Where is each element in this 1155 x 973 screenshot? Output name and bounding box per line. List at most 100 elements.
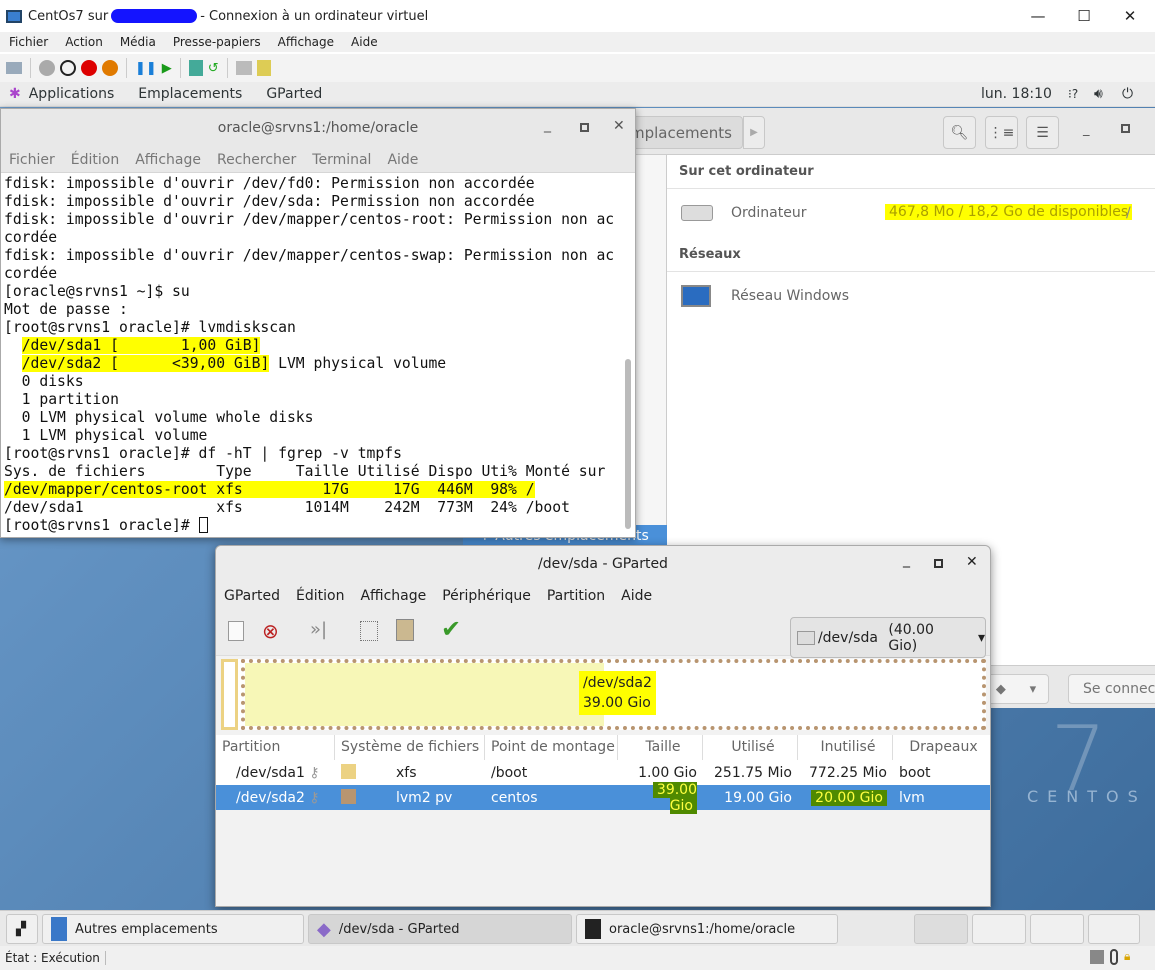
- pause-icon[interactable]: ❚❚: [135, 61, 157, 76]
- menu-affichage[interactable]: Affichage: [352, 588, 434, 604]
- task-gparted[interactable]: ◆ /dev/sda - GParted: [308, 914, 572, 944]
- start-icon[interactable]: [39, 60, 55, 76]
- apply-icon[interactable]: ✔: [441, 615, 461, 643]
- connect-server-input[interactable]: [1068, 674, 1155, 704]
- terminal-text: fdisk: impossible d'ouvrir /dev/sda: Per…: [4, 193, 535, 210]
- workspace-2[interactable]: [972, 914, 1026, 944]
- applications-menu[interactable]: Applications: [29, 86, 115, 102]
- minimize-button[interactable]: —: [1015, 0, 1061, 32]
- highlighted-text: /dev/sda1 [ 1,00 GiB]: [21, 337, 261, 354]
- terminal-line: /dev/sda1 [ 1,00 GiB]: [4, 337, 635, 355]
- delete-icon[interactable]: ⊗: [262, 619, 279, 643]
- menu-gparted[interactable]: GParted: [216, 588, 288, 604]
- resume-icon[interactable]: ▶: [162, 61, 172, 76]
- col-partition[interactable]: Partition: [216, 735, 335, 760]
- workspace-4[interactable]: [1088, 914, 1140, 944]
- menu-aide[interactable]: Aide: [379, 152, 426, 168]
- col-used[interactable]: Utilisé: [703, 735, 798, 760]
- menu-action[interactable]: Action: [56, 35, 111, 49]
- vm-state: État : Exécution: [5, 951, 106, 965]
- network-icon[interactable]: ⁝?: [1068, 87, 1078, 101]
- power-icon[interactable]: [102, 60, 118, 76]
- maximize-button[interactable]: [934, 559, 943, 568]
- paste-icon[interactable]: [396, 619, 414, 641]
- power-icon[interactable]: ⏻: [1122, 86, 1133, 102]
- menu-media[interactable]: Média: [111, 35, 164, 49]
- vm-title-bar: CentOs7 sur - Connexion à un ordinateur …: [0, 0, 1155, 32]
- menu-partition[interactable]: Partition: [539, 588, 613, 604]
- terminal-output[interactable]: fdisk: impossible d'ouvrir /dev/fd0: Per…: [1, 173, 635, 535]
- workspace-3[interactable]: [1030, 914, 1084, 944]
- close-button[interactable]: ✕: [613, 118, 625, 134]
- device-size: (40.00 Gio): [888, 621, 934, 654]
- share-icon[interactable]: [256, 60, 271, 76]
- map-sda1[interactable]: [221, 659, 238, 730]
- path-forward-icon[interactable]: ▶: [743, 116, 765, 149]
- copy-icon[interactable]: [360, 621, 378, 641]
- col-flags[interactable]: Drapeaux: [893, 735, 988, 760]
- app-menu[interactable]: GParted: [266, 86, 322, 102]
- computer-item[interactable]: Ordinateur: [731, 205, 807, 221]
- used: 251.75 Mio: [714, 764, 792, 781]
- col-mountpoint[interactable]: Point de montage: [485, 735, 618, 760]
- revert-icon[interactable]: ↺: [208, 61, 219, 76]
- ctrl-alt-del-icon[interactable]: [6, 62, 22, 74]
- minimize-button[interactable]: _: [903, 552, 910, 568]
- menu-aide[interactable]: Aide: [342, 35, 386, 49]
- menu-fichier[interactable]: Fichier: [0, 35, 56, 49]
- terminal-menu-bar: Fichier Édition Affichage Rechercher Ter…: [1, 147, 635, 173]
- close-button[interactable]: ✕: [1107, 0, 1153, 32]
- menu-icon[interactable]: ☰: [1026, 116, 1059, 149]
- windows-network-item[interactable]: Réseau Windows: [731, 288, 849, 304]
- search-icon[interactable]: 🔍︎: [943, 116, 976, 149]
- maximize-button[interactable]: ☐: [1061, 0, 1107, 32]
- workspace-1[interactable]: [914, 914, 968, 944]
- turn-off-icon[interactable]: [60, 60, 76, 76]
- col-size[interactable]: Taille: [618, 735, 703, 760]
- maximize-button[interactable]: [1121, 124, 1130, 133]
- resize-move-icon[interactable]: »|: [310, 619, 327, 640]
- maximize-button[interactable]: [580, 123, 589, 132]
- show-desktop-button[interactable]: ▞: [6, 914, 38, 944]
- task-terminal[interactable]: oracle@srvns1:/home/oracle: [576, 914, 838, 944]
- map-sda2[interactable]: /dev/sda2 39.00 Gio: [241, 659, 986, 730]
- menu-peripherique[interactable]: Périphérique: [434, 588, 539, 604]
- minimize-button[interactable]: _: [1083, 122, 1090, 137]
- col-unused[interactable]: Inutilisé: [798, 735, 893, 760]
- menu-fichier[interactable]: Fichier: [1, 152, 63, 168]
- volume-icon[interactable]: 🔊︎: [1094, 86, 1103, 102]
- terminal-line: cordée: [4, 265, 635, 283]
- terminal-line: /dev/mapper/centos-root xfs 17G 17G 446M…: [4, 481, 635, 499]
- menu-aide[interactable]: Aide: [613, 588, 660, 604]
- minimize-button[interactable]: _: [544, 117, 551, 133]
- clock[interactable]: lun. 18:10: [981, 86, 1052, 102]
- view-list-icon[interactable]: ⋮≡: [985, 116, 1018, 149]
- menu-edition[interactable]: Édition: [63, 152, 127, 168]
- keyboard-icon: [1090, 950, 1104, 964]
- places-menu[interactable]: Emplacements: [138, 86, 242, 102]
- col-filesystem[interactable]: Système de fichiers: [335, 735, 485, 760]
- server-help-dropdown[interactable]: ◆ ▾: [983, 674, 1049, 704]
- table-row[interactable]: /dev/sda1 ⚷ xfs/boot 1.00 Gio 251.75 Mio 772…: [216, 760, 990, 785]
- device-selector[interactable]: /dev/sda (40.00 Gio) ▾: [790, 617, 986, 658]
- menu-terminal[interactable]: Terminal: [304, 152, 379, 168]
- menu-presse-papiers[interactable]: Presse-papiers: [164, 35, 269, 49]
- menu-affichage[interactable]: Affichage: [127, 152, 209, 168]
- menu-edition[interactable]: Édition: [288, 588, 352, 604]
- menu-rechercher[interactable]: Rechercher: [209, 152, 304, 168]
- checkpoint-icon[interactable]: [188, 60, 203, 76]
- task-other-locations[interactable]: Autres emplacements: [42, 914, 304, 944]
- table-row[interactable]: /dev/sda2 ⚷ lvm2 pv centos 39.00 Gio 19.00 G…: [216, 781, 990, 814]
- close-button[interactable]: ✕: [966, 554, 978, 570]
- shutdown-icon[interactable]: [81, 60, 97, 76]
- terminal-line: fdisk: impossible d'ouvrir /dev/mapper/c…: [4, 211, 635, 229]
- menu-affichage[interactable]: Affichage: [269, 35, 342, 49]
- unused: 772.25 Mio: [809, 764, 887, 781]
- help-icon: ◆: [995, 681, 1006, 697]
- enhanced-session-icon[interactable]: [235, 61, 252, 75]
- terminal-scrollbar[interactable]: [625, 359, 631, 529]
- section-networks: Réseaux: [679, 247, 741, 262]
- terminal-text: 0 disks: [4, 373, 84, 390]
- new-partition-icon[interactable]: [228, 621, 244, 641]
